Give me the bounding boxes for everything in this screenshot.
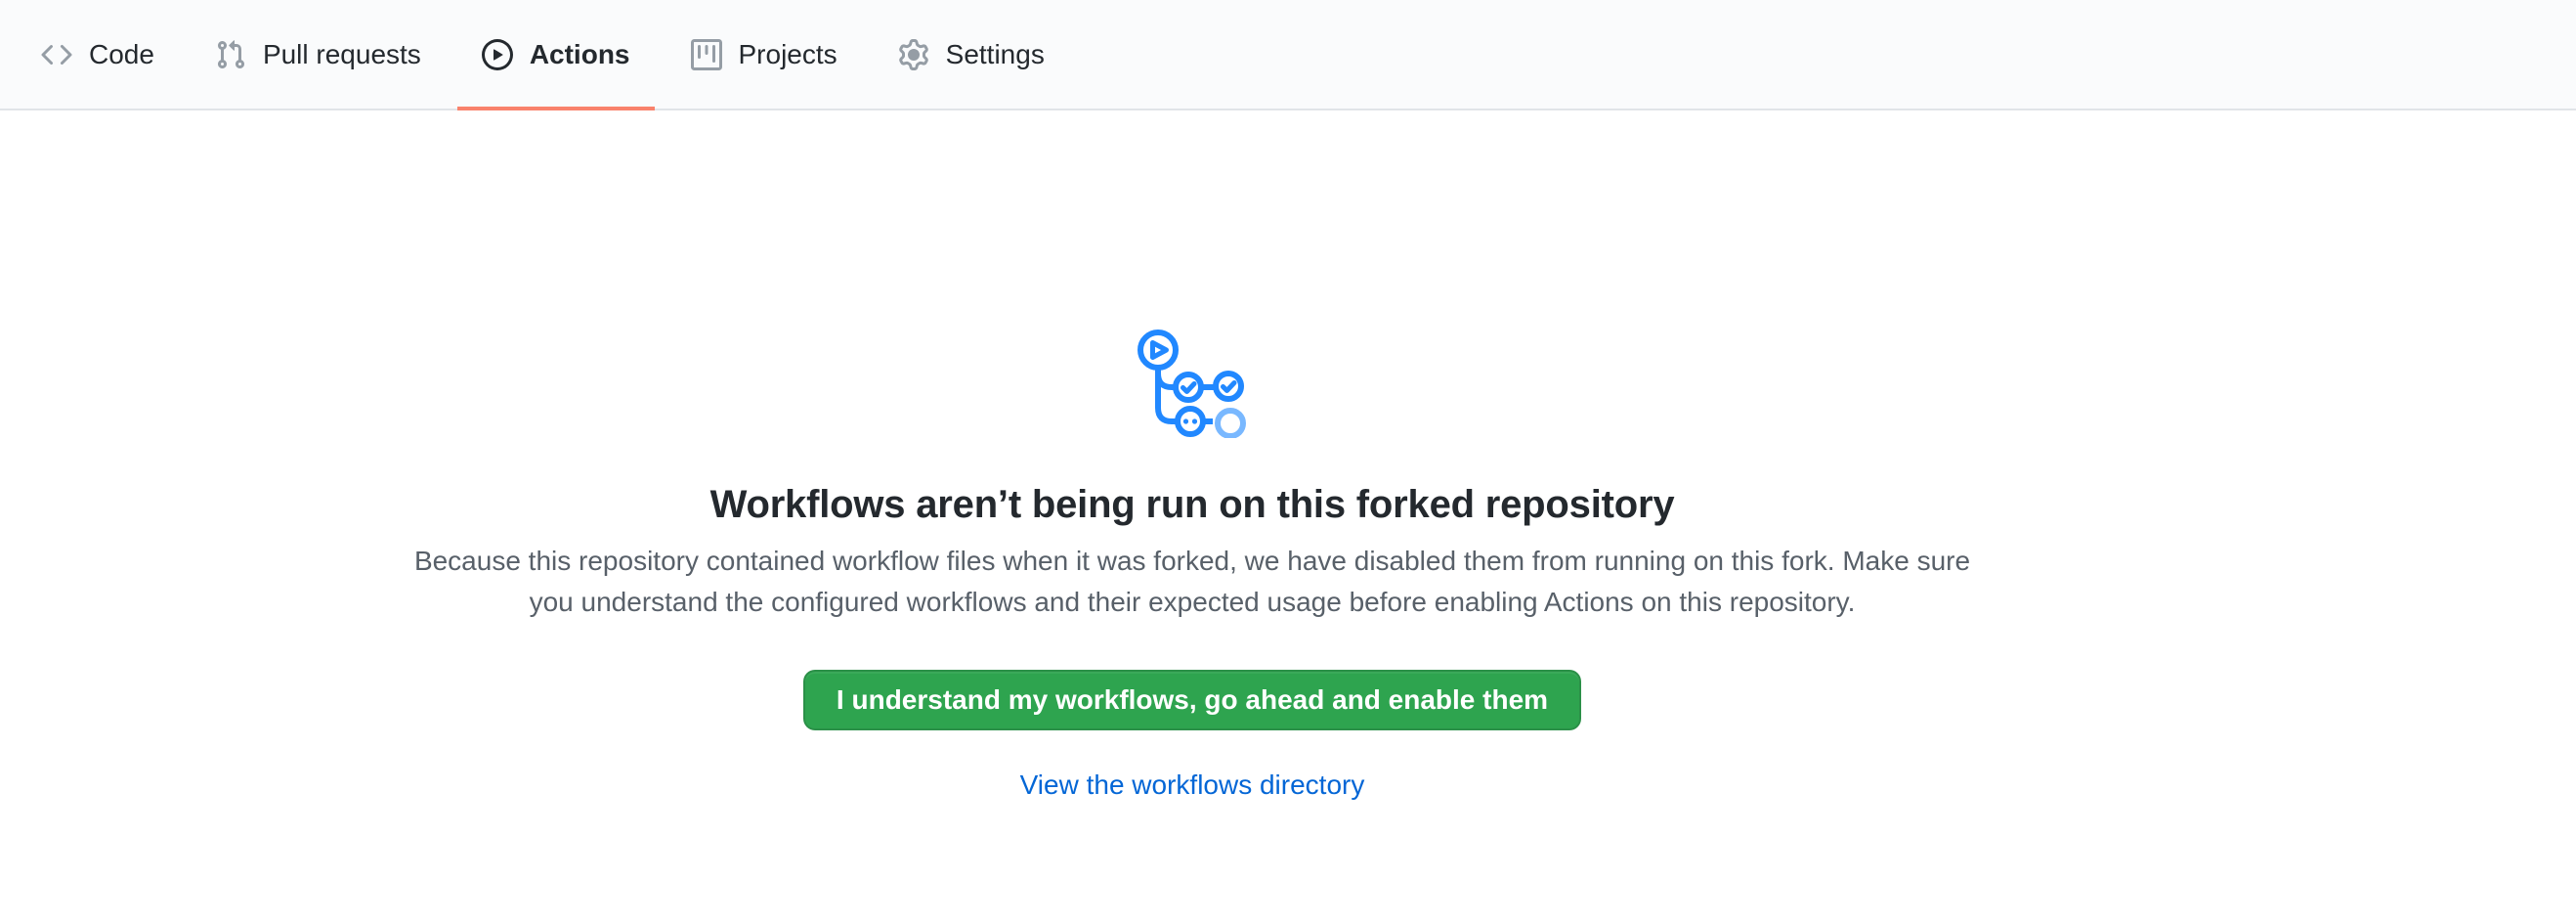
tab-pull-requests[interactable]: Pull requests [191,0,446,109]
blankslate-description: Because this repository contained workfl… [401,541,1984,623]
project-board-icon [691,39,722,70]
tab-label-projects: Projects [739,41,837,68]
enable-workflows-button[interactable]: I understand my workflows, go ahead and … [803,670,1581,730]
actions-blankslate: Workflows aren’t being run on this forke… [0,110,2576,801]
project-board-icon [691,39,722,70]
gear-icon [898,39,929,70]
tab-code[interactable]: Code [17,0,179,109]
play-circle-icon [482,39,513,70]
code-icon [41,39,72,70]
workflow-graph-icon [1138,329,1247,438]
tab-projects[interactable]: Projects [666,0,862,109]
workflows-directory-link[interactable]: View the workflows directory [1020,769,1365,801]
gear-icon [898,39,929,70]
tab-label-actions: Actions [530,41,630,68]
tab-label-code: Code [89,41,154,68]
tab-label-settings: Settings [946,41,1045,68]
repo-tab-nav: Code Pull requests Actions Projects Sett… [0,0,2576,110]
tab-actions[interactable]: Actions [457,0,655,109]
play-circle-icon [482,39,513,70]
tab-label-pull-requests: Pull requests [263,41,421,68]
code-icon [41,39,72,70]
blankslate-heading: Workflows aren’t being run on this forke… [710,483,1675,527]
git-pull-request-icon [215,39,246,70]
tab-settings[interactable]: Settings [874,0,1069,109]
git-pull-request-icon [215,39,246,70]
